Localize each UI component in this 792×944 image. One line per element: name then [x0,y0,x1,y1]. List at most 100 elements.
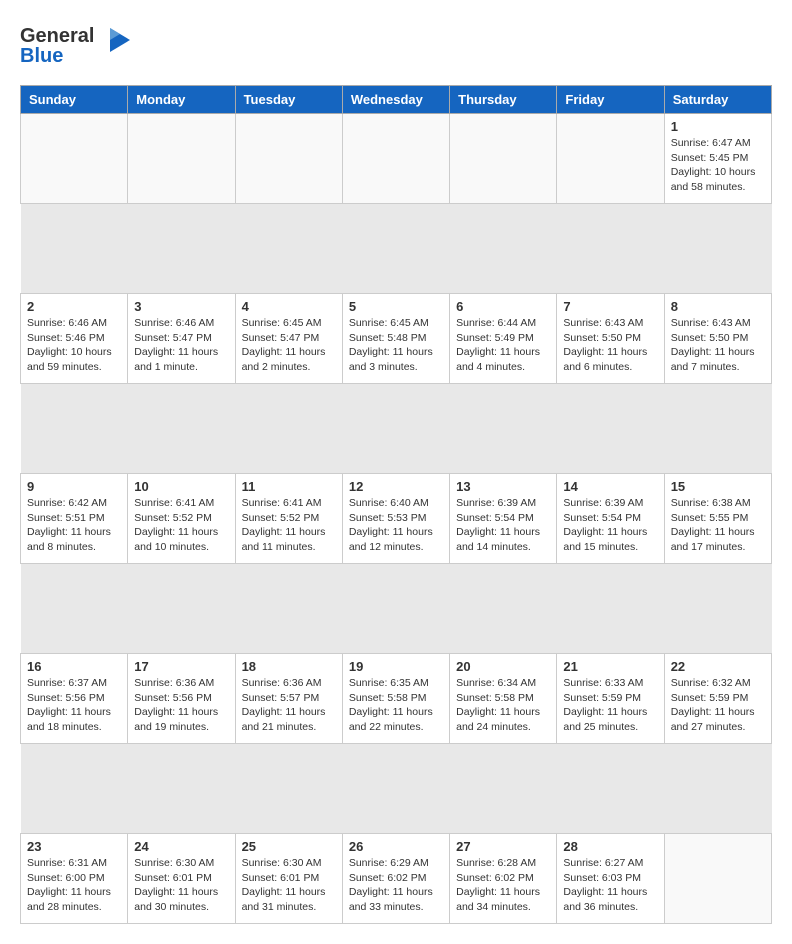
calendar-cell: 5 Sunrise: 6:45 AM Sunset: 5:48 PM Daylig… [342,294,449,384]
weekday-header-tuesday: Tuesday [235,86,342,114]
svg-text:General: General [20,25,94,47]
day-number: 19 [349,659,443,674]
calendar-cell: 1 Sunrise: 6:47 AM Sunset: 5:45 PM Daylig… [664,114,771,204]
day-number: 25 [242,839,336,854]
day-number: 21 [563,659,657,674]
calendar-cell: 3Sunrise: 6:46 AM Sunset: 5:47 PM Daylig… [128,294,235,384]
calendar-cell [342,114,449,204]
day-number: 18 [242,659,336,674]
day-info: Sunrise: 6:42 AM Sunset: 5:51 PM Dayligh… [27,496,121,555]
weekday-header-thursday: Thursday [450,86,557,114]
day-info: Sunrise: 6:33 AM Sunset: 5:59 PM Dayligh… [563,676,657,735]
calendar-cell: 14 Sunrise: 6:39 AM Sunset: 5:54 PM Dayli… [557,474,664,564]
day-info: Sunrise: 6:36 AM Sunset: 5:56 PM Dayligh… [134,676,228,735]
day-info: Sunrise: 6:39 AM Sunset: 5:54 PM Dayligh… [563,496,657,555]
day-info: Sunrise: 6:47 AM Sunset: 5:45 PM Dayligh… [671,136,765,195]
calendar-cell: 24 Sunrise: 6:30 AM Sunset: 6:01 PM Dayli… [128,834,235,924]
day-info: Sunrise: 6:36 AM Sunset: 5:57 PM Dayligh… [242,676,336,735]
calendar-cell: 27Sunrise: 6:28 AM Sunset: 6:02 PM Dayli… [450,834,557,924]
day-number: 7 [563,299,657,314]
calendar-cell: 18 Sunrise: 6:36 AM Sunset: 5:57 PM Dayli… [235,654,342,744]
day-info: Sunrise: 6:29 AM Sunset: 6:02 PM Dayligh… [349,856,443,915]
calendar-cell [128,114,235,204]
weekday-header-row: SundayMondayTuesdayWednesdayThursdayFrid… [21,86,772,114]
day-info: Sunrise: 6:46 AM Sunset: 5:47 PM Dayligh… [134,316,228,375]
week-row-1: 2Sunrise: 6:46 AM Sunset: 5:46 PM Daylig… [21,294,772,384]
calendar-cell: 21 Sunrise: 6:33 AM Sunset: 5:59 PM Dayli… [557,654,664,744]
calendar-cell: 22 Sunrise: 6:32 AM Sunset: 5:59 PM Dayli… [664,654,771,744]
day-info: Sunrise: 6:41 AM Sunset: 5:52 PM Dayligh… [242,496,336,555]
day-number: 1 [671,119,765,134]
day-info: Sunrise: 6:45 AM Sunset: 5:48 PM Dayligh… [349,316,443,375]
calendar-cell: 19 Sunrise: 6:35 AM Sunset: 5:58 PM Dayli… [342,654,449,744]
calendar-cell: 12 Sunrise: 6:40 AM Sunset: 5:53 PM Dayli… [342,474,449,564]
calendar-cell: 17 Sunrise: 6:36 AM Sunset: 5:56 PM Dayli… [128,654,235,744]
day-number: 12 [349,479,443,494]
day-info: Sunrise: 6:27 AM Sunset: 6:03 PM Dayligh… [563,856,657,915]
day-info: Sunrise: 6:39 AM Sunset: 5:54 PM Dayligh… [456,496,550,555]
day-info: Sunrise: 6:35 AM Sunset: 5:58 PM Dayligh… [349,676,443,735]
day-info: Sunrise: 6:40 AM Sunset: 5:53 PM Dayligh… [349,496,443,555]
weekday-header-saturday: Saturday [664,86,771,114]
row-separator [21,384,772,474]
day-number: 17 [134,659,228,674]
day-number: 6 [456,299,550,314]
day-number: 20 [456,659,550,674]
day-number: 14 [563,479,657,494]
page: General Blue SundayMondayTuesdayWednesda… [0,0,792,944]
calendar-cell: 23Sunrise: 6:31 AM Sunset: 6:00 PM Dayli… [21,834,128,924]
weekday-header-friday: Friday [557,86,664,114]
day-info: Sunrise: 6:30 AM Sunset: 6:01 PM Dayligh… [134,856,228,915]
day-info: Sunrise: 6:32 AM Sunset: 5:59 PM Dayligh… [671,676,765,735]
day-number: 15 [671,479,765,494]
day-number: 11 [242,479,336,494]
calendar-cell: 7 Sunrise: 6:43 AM Sunset: 5:50 PM Daylig… [557,294,664,384]
weekday-header-sunday: Sunday [21,86,128,114]
day-info: Sunrise: 6:30 AM Sunset: 6:01 PM Dayligh… [242,856,336,915]
calendar-cell [21,114,128,204]
day-number: 8 [671,299,765,314]
day-info: Sunrise: 6:44 AM Sunset: 5:49 PM Dayligh… [456,316,550,375]
calendar-cell: 28Sunrise: 6:27 AM Sunset: 6:03 PM Dayli… [557,834,664,924]
calendar-cell: 25 Sunrise: 6:30 AM Sunset: 6:01 PM Dayli… [235,834,342,924]
day-info: Sunrise: 6:43 AM Sunset: 5:50 PM Dayligh… [671,316,765,375]
calendar-cell: 10 Sunrise: 6:41 AM Sunset: 5:52 PM Dayli… [128,474,235,564]
row-separator [21,744,772,834]
calendar-cell [450,114,557,204]
calendar-cell: 6 Sunrise: 6:44 AM Sunset: 5:49 PM Daylig… [450,294,557,384]
day-number: 9 [27,479,121,494]
day-info: Sunrise: 6:37 AM Sunset: 5:56 PM Dayligh… [27,676,121,735]
day-info: Sunrise: 6:34 AM Sunset: 5:58 PM Dayligh… [456,676,550,735]
calendar-cell: 11 Sunrise: 6:41 AM Sunset: 5:52 PM Dayli… [235,474,342,564]
day-info: Sunrise: 6:43 AM Sunset: 5:50 PM Dayligh… [563,316,657,375]
day-number: 24 [134,839,228,854]
calendar-cell: 2Sunrise: 6:46 AM Sunset: 5:46 PM Daylig… [21,294,128,384]
day-number: 13 [456,479,550,494]
calendar-cell: 4Sunrise: 6:45 AM Sunset: 5:47 PM Daylig… [235,294,342,384]
calendar-cell: 8 Sunrise: 6:43 AM Sunset: 5:50 PM Daylig… [664,294,771,384]
calendar-cell: 9 Sunrise: 6:42 AM Sunset: 5:51 PM Daylig… [21,474,128,564]
day-number: 27 [456,839,550,854]
calendar-cell: 20 Sunrise: 6:34 AM Sunset: 5:58 PM Dayli… [450,654,557,744]
day-info: Sunrise: 6:41 AM Sunset: 5:52 PM Dayligh… [134,496,228,555]
calendar-cell [235,114,342,204]
day-number: 26 [349,839,443,854]
day-number: 16 [27,659,121,674]
day-info: Sunrise: 6:45 AM Sunset: 5:47 PM Dayligh… [242,316,336,375]
day-info: Sunrise: 6:46 AM Sunset: 5:46 PM Dayligh… [27,316,121,375]
logo-text: General Blue [20,20,130,75]
calendar-cell [664,834,771,924]
calendar-cell: 15 Sunrise: 6:38 AM Sunset: 5:55 PM Dayli… [664,474,771,564]
weekday-header-monday: Monday [128,86,235,114]
day-number: 5 [349,299,443,314]
row-separator [21,204,772,294]
day-number: 10 [134,479,228,494]
calendar-table: SundayMondayTuesdayWednesdayThursdayFrid… [20,85,772,924]
week-row-4: 23Sunrise: 6:31 AM Sunset: 6:00 PM Dayli… [21,834,772,924]
week-row-0: 1 Sunrise: 6:47 AM Sunset: 5:45 PM Daylig… [21,114,772,204]
calendar-cell: 16 Sunrise: 6:37 AM Sunset: 5:56 PM Dayli… [21,654,128,744]
logo: General Blue [20,20,130,75]
header: General Blue [20,20,772,75]
day-number: 22 [671,659,765,674]
day-info: Sunrise: 6:38 AM Sunset: 5:55 PM Dayligh… [671,496,765,555]
